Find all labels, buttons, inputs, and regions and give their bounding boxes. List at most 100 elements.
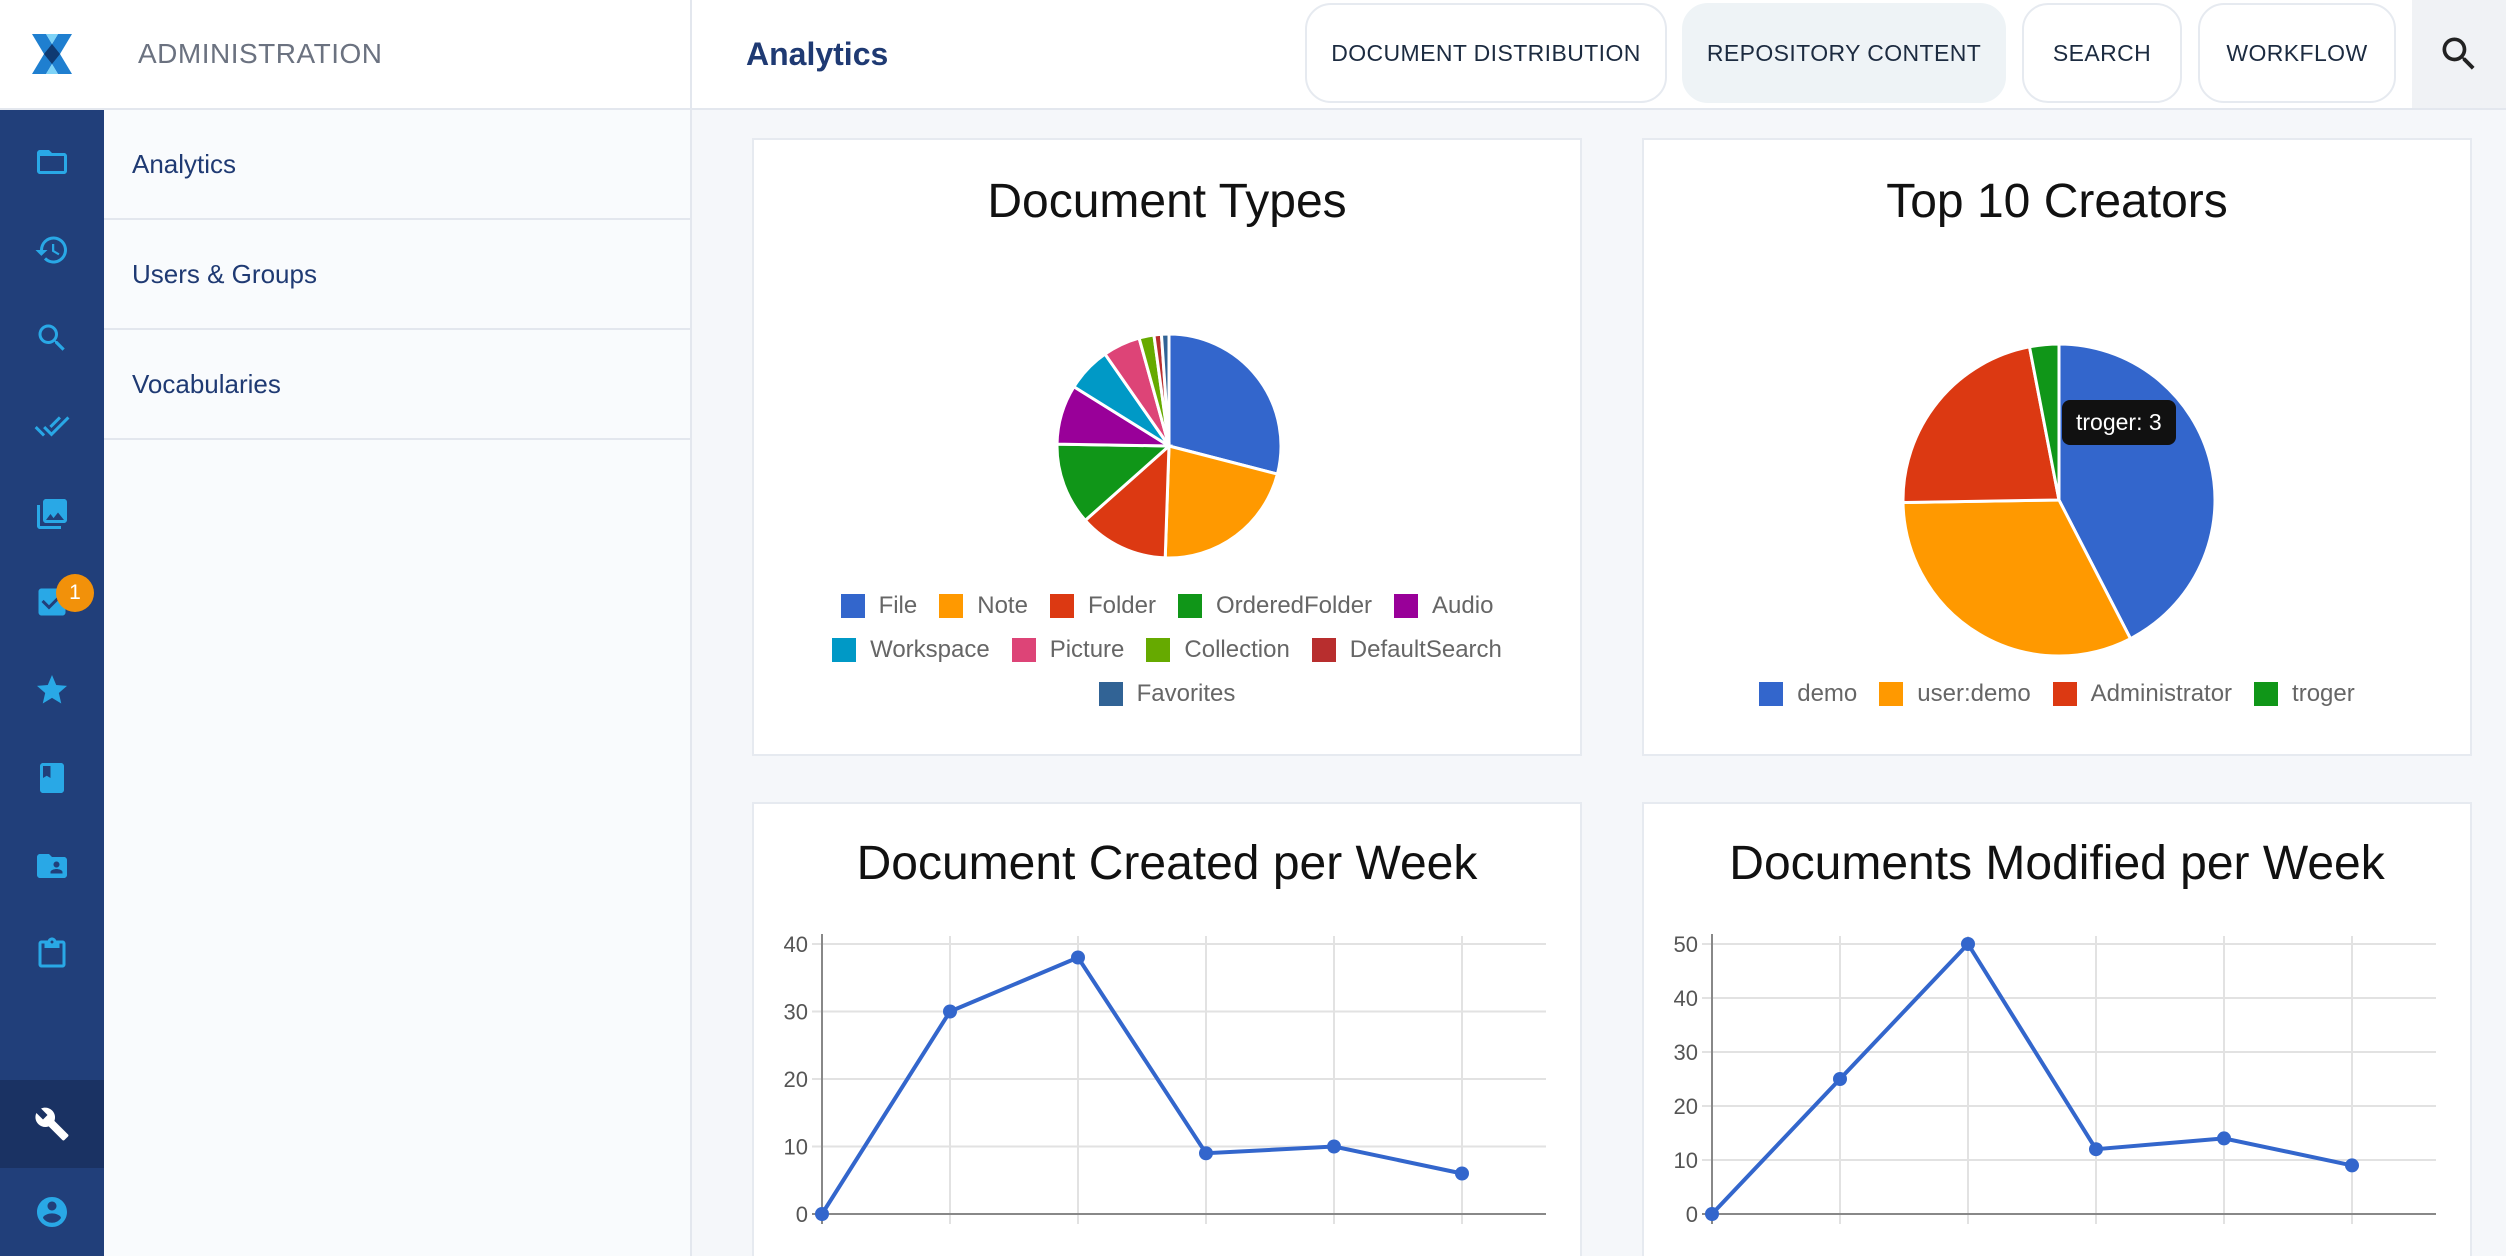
data-point[interactable] xyxy=(1705,1207,1719,1221)
series-line xyxy=(1710,940,2353,1216)
legend-item[interactable]: Collection xyxy=(1146,636,1290,664)
legend-swatch xyxy=(1759,682,1784,706)
legend-label: user:demo xyxy=(1917,680,2031,707)
pie-tooltip: troger: 3 xyxy=(2062,400,2176,445)
legend-swatch xyxy=(1879,682,1904,706)
data-point[interactable] xyxy=(1327,1139,1341,1154)
data-point[interactable] xyxy=(815,1207,829,1221)
chart-title: Documents Modified per Week xyxy=(1729,837,2385,890)
legend-swatch xyxy=(1177,594,1202,618)
panel-item-users-groups[interactable]: Users & Groups xyxy=(104,220,690,330)
data-point[interactable] xyxy=(1961,937,1975,951)
y-tick-label: 20 xyxy=(784,1067,808,1092)
y-tick-label: 10 xyxy=(784,1135,808,1160)
legend-swatch xyxy=(2254,682,2279,706)
document-types-legend: File Note Folder OrderedFolder Audio Workspac… xyxy=(754,584,1580,716)
legend-label: demo xyxy=(1797,680,1858,707)
rail-collections[interactable] xyxy=(0,734,104,822)
rail-personal-workspace[interactable] xyxy=(0,822,104,910)
top-creators-pie xyxy=(1901,342,2217,658)
rail-clipboard[interactable] xyxy=(0,910,104,998)
search-icon xyxy=(38,324,65,351)
y-tick-label: 30 xyxy=(1674,1040,1698,1065)
legend-item[interactable]: Folder xyxy=(1049,592,1156,620)
legend-item[interactable]: Workspace xyxy=(832,636,990,664)
legend-swatch xyxy=(1146,638,1171,662)
top-creators-legend: demo user:demo Administrator troger xyxy=(1644,672,2470,716)
legend-item[interactable]: Audio xyxy=(1394,592,1493,620)
star-icon xyxy=(37,675,67,704)
book-icon xyxy=(40,763,64,793)
legend-item[interactable]: DefaultSearch xyxy=(1311,636,1502,664)
legend-item[interactable]: user:demo xyxy=(1879,680,2031,708)
legend-item[interactable]: Favorites xyxy=(1098,680,1236,708)
legend-item[interactable]: File xyxy=(840,592,918,620)
legend-row: demo user:demo Administrator troger xyxy=(1644,672,2470,716)
panel-item-analytics[interactable]: Analytics xyxy=(104,110,690,220)
app-logo[interactable] xyxy=(0,0,104,110)
rail-assets[interactable] xyxy=(0,470,104,558)
legend-label: Favorites xyxy=(1136,680,1236,707)
data-point[interactable] xyxy=(1071,950,1085,965)
data-point[interactable] xyxy=(2089,1142,2103,1157)
rail-administration[interactable] xyxy=(0,1080,104,1168)
legend-row: Favorites xyxy=(754,672,1580,716)
modified-per-week-chart: 0 10 20 30 40 50 xyxy=(1674,932,2436,1227)
legend-label: Folder xyxy=(1087,592,1156,619)
panel-title: ADMINISTRATION xyxy=(138,38,383,69)
panel-header: ADMINISTRATION xyxy=(104,0,690,110)
legend-item[interactable]: Picture xyxy=(1011,636,1124,664)
search-button[interactable] xyxy=(2412,0,2506,108)
tasks-badge: 1 xyxy=(56,574,94,612)
tab-workflow[interactable]: WORKFLOW xyxy=(2198,3,2396,103)
legend-item[interactable]: Administrator xyxy=(2052,680,2232,708)
legend-label: Note xyxy=(977,592,1028,619)
legend-swatch xyxy=(1394,594,1419,618)
rail-tasks[interactable]: 1 xyxy=(0,558,104,646)
series-line xyxy=(820,955,1463,1216)
y-tick-label: 0 xyxy=(796,1202,808,1227)
tab-repository-content[interactable]: REPOSITORY CONTENT xyxy=(1682,3,2006,103)
panel-item-vocabularies[interactable]: Vocabularies xyxy=(104,330,690,440)
legend-item[interactable]: OrderedFolder xyxy=(1177,592,1373,620)
legend-label: OrderedFolder xyxy=(1215,592,1373,619)
legend-item[interactable]: Note xyxy=(939,592,1028,620)
account-icon xyxy=(37,1197,67,1227)
legend-swatch xyxy=(1098,682,1123,706)
created-per-week-chart: 0 10 20 30 40 xyxy=(784,932,1546,1227)
legend-label: Collection xyxy=(1184,636,1290,663)
folder-icon xyxy=(37,150,67,174)
data-point[interactable] xyxy=(1455,1166,1469,1181)
rail-folder[interactable] xyxy=(0,118,104,206)
data-point[interactable] xyxy=(2217,1131,2231,1146)
data-point[interactable] xyxy=(943,1004,957,1019)
created-per-week-card: Document Created per Week 0 10 20 30 40 xyxy=(752,802,1582,1256)
y-tick-label: 10 xyxy=(1674,1148,1698,1173)
history-icon xyxy=(35,236,67,264)
y-tick-label: 0 xyxy=(1686,1202,1698,1227)
legend-swatch xyxy=(939,594,964,618)
legend-label: Audio xyxy=(1432,592,1494,619)
rail-history[interactable] xyxy=(0,206,104,294)
legend-row: Workspace Picture Collection DefaultSearch xyxy=(754,628,1580,672)
data-point[interactable] xyxy=(1199,1146,1213,1161)
done-all-icon xyxy=(34,416,70,437)
legend-swatch xyxy=(1011,638,1036,662)
logo-icon xyxy=(32,34,72,74)
modified-per-week-card: Documents Modified per Week 0 10 20 30 40 50 xyxy=(1642,802,2472,1256)
tab-search[interactable]: SEARCH xyxy=(2022,3,2182,103)
tab-document-distribution[interactable]: DOCUMENT DISTRIBUTION xyxy=(1305,3,1667,103)
legend-item[interactable]: troger xyxy=(2254,680,2355,708)
rail-workflow[interactable] xyxy=(0,382,104,470)
legend-item[interactable]: demo xyxy=(1759,680,1857,708)
data-point[interactable] xyxy=(1833,1072,1847,1086)
rail-favorites[interactable] xyxy=(0,646,104,734)
top-creators-card: Top 10 Creators demo user:demo Administrat… xyxy=(1642,138,2472,756)
data-point[interactable] xyxy=(2345,1158,2359,1173)
rail-account[interactable] xyxy=(0,1168,104,1256)
page-header: Analytics DOCUMENT DISTRIBUTION REPOSITO… xyxy=(692,0,2506,110)
rail-search[interactable] xyxy=(0,294,104,382)
legend-label: File xyxy=(878,592,918,619)
chart-title: Document Created per Week xyxy=(856,837,1478,890)
chart-title: Top 10 Creators xyxy=(1886,175,2228,228)
